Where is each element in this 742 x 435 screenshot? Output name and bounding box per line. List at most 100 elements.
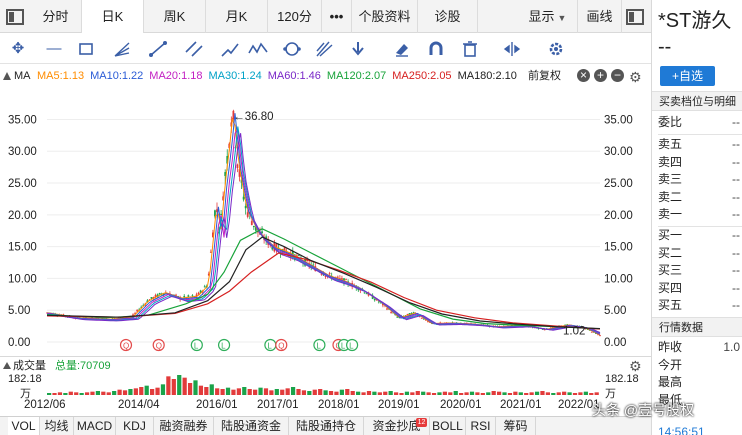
volume-bar bbox=[437, 392, 442, 395]
trash-icon[interactable] bbox=[456, 38, 484, 60]
indicator-tab[interactable]: 陆股通资金 bbox=[214, 417, 289, 435]
volume-bar bbox=[63, 393, 68, 395]
add-circle-icon[interactable]: + bbox=[594, 69, 607, 82]
close-circle-icon[interactable]: × bbox=[577, 69, 590, 82]
event-marker-q[interactable]: Q bbox=[119, 338, 133, 352]
volume-bar bbox=[567, 392, 572, 395]
indicator-tab[interactable]: 资金抄底 12 bbox=[364, 417, 430, 435]
candle-body bbox=[203, 286, 206, 288]
indicator-tab[interactable]: 陆股通持仓 bbox=[289, 417, 364, 435]
tab-weekly-k[interactable]: 周K bbox=[144, 0, 206, 33]
event-marker-l[interactable]: L bbox=[313, 338, 326, 352]
indicator-tab[interactable]: MACD bbox=[74, 417, 116, 435]
indicator-tab[interactable]: RSI bbox=[466, 417, 496, 435]
ask-row-value: -- bbox=[732, 189, 740, 204]
event-marker-l[interactable]: L bbox=[346, 338, 359, 352]
x-tick-label: 2016/01 bbox=[196, 399, 238, 411]
bid-row-label: 买四 bbox=[658, 280, 683, 295]
trend-line-icon[interactable] bbox=[144, 38, 172, 60]
panel-toggle-icon[interactable] bbox=[4, 0, 28, 33]
price-adjust-label[interactable]: 前复权 bbox=[528, 66, 561, 86]
tab-draw-line[interactable]: 画线 bbox=[578, 0, 622, 33]
volume-bar bbox=[339, 389, 344, 395]
wave-line-icon[interactable] bbox=[244, 38, 272, 60]
volume-bar bbox=[383, 391, 388, 395]
candle-body bbox=[252, 225, 255, 228]
parallel-line-icon[interactable] bbox=[180, 38, 208, 60]
ask-row-label: 卖四 bbox=[658, 154, 683, 169]
sidebar-toggle-icon[interactable] bbox=[624, 0, 650, 33]
volume-chart[interactable] bbox=[0, 374, 651, 396]
event-marker-q[interactable]: Q bbox=[152, 338, 165, 352]
indicator-tab[interactable]: 融资融券 bbox=[154, 417, 214, 435]
indicator-tab[interactable]: 筹码 bbox=[496, 417, 536, 435]
eraser-icon[interactable] bbox=[388, 38, 416, 60]
rectangle-icon[interactable] bbox=[72, 38, 100, 60]
y-tick-label: 30.00 bbox=[604, 146, 633, 158]
candle-body bbox=[363, 292, 366, 294]
indicator-tab-label: 筹码 bbox=[503, 419, 528, 433]
price-chart[interactable]: 35.00 30.00 25.00 20.00 15.00 10.00 5.00 0.00 3… bbox=[0, 86, 651, 354]
arrow-down-icon[interactable] bbox=[344, 38, 372, 60]
candle-body bbox=[386, 308, 388, 310]
last-price-label: 1.02 bbox=[563, 326, 585, 338]
event-marker-l[interactable]: L bbox=[217, 338, 231, 352]
fan-line-icon[interactable] bbox=[108, 38, 136, 60]
volume-bar bbox=[480, 393, 485, 395]
event-marker-l[interactable]: L bbox=[264, 338, 277, 352]
indicator-tab-label: 陆股通资金 bbox=[220, 419, 281, 433]
cycle-icon[interactable] bbox=[278, 38, 306, 60]
indicator-tab[interactable]: VOL bbox=[8, 417, 40, 435]
volume-bar bbox=[507, 393, 513, 395]
display-dropdown[interactable]: 显示 ▼ bbox=[518, 0, 578, 33]
indicator-gear-icon[interactable]: ⚙ bbox=[629, 67, 642, 87]
ma-value: MA60:1.46 bbox=[267, 70, 321, 82]
event-marker-l[interactable]: L bbox=[190, 338, 203, 352]
indicator-tab-label: BOLL bbox=[432, 419, 463, 433]
y-tick-label: 10.00 bbox=[604, 273, 633, 285]
tab-stock-info[interactable]: 个股资料 bbox=[352, 0, 418, 33]
indicator-tab[interactable]: KDJ bbox=[116, 417, 154, 435]
ask-row-label: 卖五 bbox=[658, 137, 683, 151]
ma-value: MA30:1.24 bbox=[208, 70, 262, 82]
tab-diagnose[interactable]: 诊股 bbox=[418, 0, 478, 33]
add-watchlist-button[interactable]: +自选 bbox=[660, 66, 715, 86]
indicator-tab[interactable]: BOLL bbox=[430, 417, 466, 435]
candle-body bbox=[336, 276, 339, 278]
candle-body bbox=[209, 251, 212, 253]
remove-circle-icon[interactable]: − bbox=[611, 69, 624, 82]
volume-bar bbox=[562, 391, 567, 395]
volume-bar bbox=[431, 393, 437, 395]
volume-bar bbox=[274, 389, 279, 395]
horizontal-line-icon[interactable]: — bbox=[40, 38, 68, 60]
y-tick-label: 35.00 bbox=[8, 114, 37, 126]
more-tabs-button[interactable]: ••• bbox=[322, 0, 352, 33]
stock-app: 分时 日K 周K 月K 120分 ••• 个股资料 诊股 显示▼ 画线 ✥ — bbox=[0, 0, 742, 435]
magnet-icon[interactable] bbox=[422, 38, 450, 60]
tab-intraday[interactable]: 分时 bbox=[30, 0, 82, 33]
indicator-name[interactable]: MA bbox=[14, 66, 31, 86]
weibi-row: 委比 -- bbox=[658, 114, 742, 131]
volume-bar bbox=[399, 393, 404, 395]
volume-bar bbox=[74, 392, 79, 395]
split-view-icon[interactable] bbox=[498, 38, 526, 60]
fibonacci-icon[interactable] bbox=[310, 38, 338, 60]
tab-daily-k[interactable]: 日K bbox=[82, 0, 144, 33]
candle-body bbox=[412, 311, 415, 313]
settings-gear-icon[interactable] bbox=[542, 38, 570, 60]
ma-value: MA250:2.05 bbox=[392, 70, 452, 82]
indicator-tab[interactable]: 均线 bbox=[40, 417, 74, 435]
volume-bar bbox=[106, 392, 111, 395]
y-tick-label: 0.00 bbox=[8, 337, 30, 349]
y-tick-label: 10.00 bbox=[8, 273, 37, 285]
y-tick-label: 20.00 bbox=[8, 210, 37, 222]
measure-icon[interactable] bbox=[216, 38, 244, 60]
event-marker-q[interactable]: Q bbox=[275, 338, 288, 352]
tab-monthly-k[interactable]: 月K bbox=[206, 0, 268, 33]
x-tick-label: 2020/01 bbox=[440, 399, 482, 411]
bid-row-label: 买一 bbox=[658, 228, 683, 242]
volume-bar bbox=[410, 392, 415, 395]
crosshair-move-icon[interactable]: ✥ bbox=[4, 38, 32, 60]
tab-120min[interactable]: 120分 bbox=[268, 0, 322, 33]
volume-bar bbox=[84, 392, 90, 395]
